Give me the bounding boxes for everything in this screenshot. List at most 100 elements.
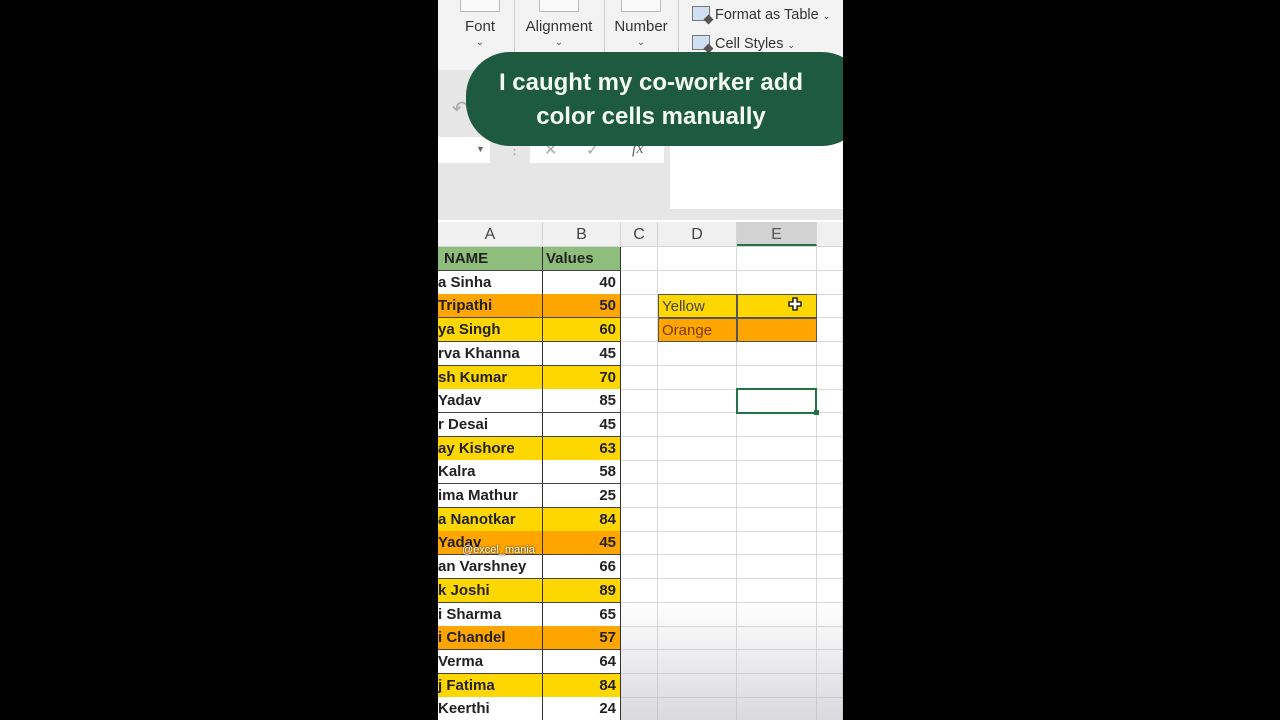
value-cell[interactable]: 84 — [543, 673, 621, 698]
cell-d[interactable] — [658, 412, 737, 437]
cell-f[interactable] — [817, 602, 843, 627]
name-cell[interactable]: r Desai — [438, 412, 543, 437]
cell-c[interactable] — [621, 460, 658, 485]
cell-f[interactable] — [817, 436, 843, 461]
legend-yellow-swatch[interactable] — [737, 294, 817, 319]
column-header-a[interactable]: A — [438, 222, 543, 246]
name-cell[interactable]: Verma — [438, 649, 543, 674]
cell-c[interactable] — [621, 341, 658, 366]
cell-d[interactable] — [658, 697, 737, 720]
cell-e[interactable] — [737, 673, 817, 698]
cell-e[interactable] — [737, 365, 817, 390]
value-cell[interactable]: 89 — [543, 578, 621, 603]
name-cell[interactable]: Kalra — [438, 460, 543, 485]
cell-d[interactable] — [658, 365, 737, 390]
value-cell[interactable]: 63 — [543, 436, 621, 461]
cell-c[interactable] — [621, 649, 658, 674]
ribbon-group-font[interactable]: Font ⌄ — [458, 0, 502, 62]
name-cell[interactable]: Keerthi — [438, 697, 543, 720]
name-cell[interactable]: a Nanotkar — [438, 507, 543, 532]
cell-c[interactable] — [621, 507, 658, 532]
value-cell[interactable]: 45 — [543, 412, 621, 437]
formula-input[interactable] — [670, 137, 843, 209]
cell-e[interactable] — [737, 341, 817, 366]
column-header-f[interactable] — [817, 222, 843, 246]
value-cell[interactable]: 45 — [543, 341, 621, 366]
value-cell[interactable]: 58 — [543, 460, 621, 485]
legend-orange-swatch[interactable] — [737, 318, 817, 343]
cell-f[interactable] — [817, 365, 843, 390]
column-header-c[interactable]: C — [621, 222, 658, 246]
value-cell[interactable]: 70 — [543, 365, 621, 390]
legend-orange-label[interactable]: Orange — [658, 318, 737, 343]
format-as-table-button[interactable]: Format as Table ⌄ — [692, 6, 830, 23]
cell-c[interactable] — [621, 318, 658, 343]
cell-f[interactable] — [817, 270, 843, 295]
name-cell[interactable]: a Sinha — [438, 270, 543, 295]
cell-d[interactable] — [658, 531, 737, 556]
cell-c[interactable] — [621, 602, 658, 627]
name-cell[interactable]: sh Kumar — [438, 365, 543, 390]
name-cell[interactable]: ay Kishore — [438, 436, 543, 461]
header-name-cell[interactable]: NAME — [438, 247, 543, 271]
cell-f[interactable] — [817, 247, 843, 271]
cell-e[interactable] — [737, 507, 817, 532]
cell-e[interactable] — [737, 602, 817, 627]
name-cell[interactable]: j Fatima — [438, 673, 543, 698]
cell-f[interactable] — [817, 507, 843, 532]
cell-c[interactable] — [621, 365, 658, 390]
cell-f[interactable] — [817, 531, 843, 556]
cell-c[interactable] — [621, 389, 658, 414]
name-cell[interactable]: rva Khanna — [438, 341, 543, 366]
cell-d[interactable] — [658, 270, 737, 295]
cell-c[interactable] — [621, 270, 658, 295]
cell-e[interactable] — [737, 697, 817, 720]
value-cell[interactable]: 60 — [543, 318, 621, 343]
active-cell-selection[interactable] — [736, 388, 817, 414]
cell-e[interactable] — [737, 460, 817, 485]
value-cell[interactable]: 57 — [543, 626, 621, 651]
cell-d[interactable] — [658, 602, 737, 627]
name-cell[interactable]: k Joshi — [438, 578, 543, 603]
value-cell[interactable]: 84 — [543, 507, 621, 532]
cell-c[interactable] — [621, 412, 658, 437]
value-cell[interactable]: 45 — [543, 531, 621, 556]
cell-d[interactable] — [658, 626, 737, 651]
cell-f[interactable] — [817, 341, 843, 366]
fill-handle[interactable] — [814, 410, 819, 415]
cell-d[interactable] — [658, 484, 737, 508]
cell-e[interactable] — [737, 247, 817, 271]
cell-d[interactable] — [658, 436, 737, 461]
cell-c[interactable] — [621, 578, 658, 603]
cell-e[interactable] — [737, 555, 817, 580]
legend-yellow-label[interactable]: Yellow — [658, 294, 737, 319]
cell-c[interactable] — [621, 555, 658, 580]
name-cell[interactable]: ima Mathur — [438, 484, 543, 508]
cell-f[interactable] — [817, 318, 843, 343]
value-cell[interactable]: 50 — [543, 294, 621, 319]
header-values-cell[interactable]: Values — [543, 247, 621, 271]
cell-d[interactable] — [658, 649, 737, 674]
cell-f[interactable] — [817, 389, 843, 414]
value-cell[interactable]: 85 — [543, 389, 621, 414]
cell-d[interactable] — [658, 341, 737, 366]
name-cell[interactable]: Yadav — [438, 389, 543, 414]
cell-d[interactable] — [658, 555, 737, 580]
cell-e[interactable] — [737, 270, 817, 295]
cell-d[interactable] — [658, 507, 737, 532]
cell-f[interactable] — [817, 578, 843, 603]
cell-f[interactable] — [817, 412, 843, 437]
name-cell[interactable]: i Chandel — [438, 626, 543, 651]
cell-styles-button[interactable]: Cell Styles ⌄ — [692, 35, 795, 52]
cell-e[interactable] — [737, 649, 817, 674]
value-cell[interactable]: 66 — [543, 555, 621, 580]
cell-f[interactable] — [817, 484, 843, 508]
cell-c[interactable] — [621, 531, 658, 556]
cell-c[interactable] — [621, 247, 658, 271]
cell-f[interactable] — [817, 673, 843, 698]
name-cell[interactable]: ya Singh — [438, 318, 543, 343]
cell-f[interactable] — [817, 294, 843, 319]
name-cell[interactable]: an Varshney — [438, 555, 543, 580]
cell-f[interactable] — [817, 697, 843, 720]
cell-f[interactable] — [817, 555, 843, 580]
